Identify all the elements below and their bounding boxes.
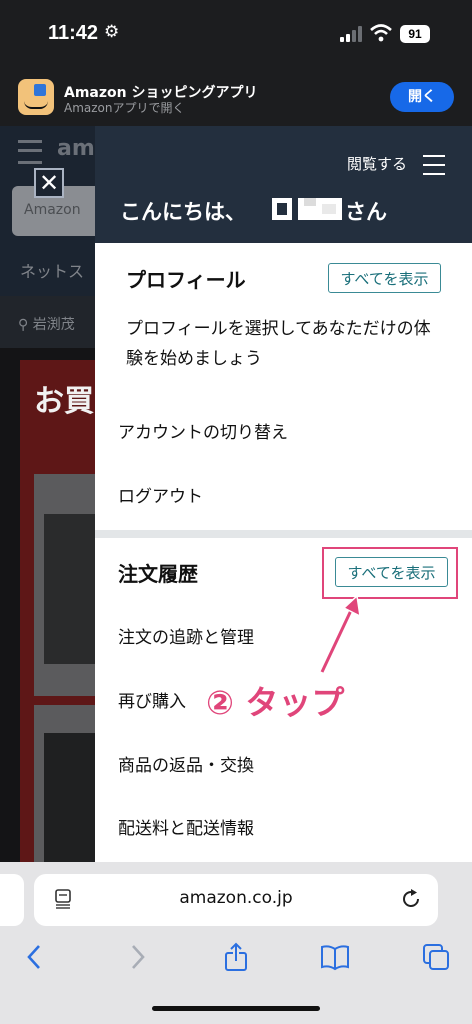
background-nav-fragment: ネットス	[20, 262, 85, 281]
menu-item-track-orders[interactable]: 注文の追跡と管理	[118, 623, 254, 648]
previous-tab-pill[interactable]	[0, 874, 24, 926]
menu-item-buy-again[interactable]: 再び購入	[118, 687, 186, 712]
share-icon[interactable]	[221, 942, 251, 972]
orders-section-title: 注文履歴	[118, 562, 198, 586]
tabs-icon[interactable]	[421, 942, 451, 972]
profile-section-title: プロフィール	[126, 268, 246, 292]
browse-menu-label[interactable]: 閲覧する	[347, 153, 407, 174]
url-text[interactable]: amazon.co.jp	[34, 888, 438, 908]
hamburger-menu-icon[interactable]	[423, 155, 445, 175]
forward-icon[interactable]	[122, 942, 152, 972]
amazon-app-icon	[18, 79, 54, 115]
background-search-placeholder: Amazon	[24, 202, 81, 218]
background-logo-fragment: am	[57, 136, 95, 161]
product-image	[44, 733, 95, 866]
location-pin-icon: ⚲ 岩渕茂	[18, 317, 75, 333]
back-icon[interactable]	[20, 942, 50, 972]
section-divider	[95, 530, 472, 538]
open-app-button[interactable]: 開く	[390, 82, 454, 112]
menu-item-logout[interactable]: ログアウト	[118, 482, 203, 507]
greeting-suffix: さん	[345, 200, 387, 224]
settings-gear-icon: ⚙	[104, 22, 120, 42]
banner-app-subtitle: Amazonアプリで開く	[64, 101, 185, 115]
redacted-name-block	[298, 198, 342, 220]
menu-item-returns[interactable]: 商品の返品・交換	[118, 751, 254, 776]
home-indicator	[152, 1006, 320, 1011]
background-location-text: 岩渕茂	[32, 317, 75, 333]
annotation-arrow-icon	[319, 594, 361, 674]
product-image	[44, 514, 95, 664]
status-time: 11:42	[48, 22, 99, 44]
wifi-icon	[370, 24, 392, 42]
reload-icon[interactable]	[400, 888, 422, 910]
menu-item-switch-account[interactable]: アカウントの切り替え	[118, 418, 288, 443]
battery-icon: 91	[400, 25, 430, 43]
bookmarks-icon[interactable]	[320, 942, 350, 972]
redacted-name-block	[272, 198, 292, 220]
profile-description: プロフィールを選択してあなただけの体験を始めましょう	[126, 319, 431, 369]
greeting-text: こんにちは、	[120, 200, 246, 224]
background-product-card	[34, 705, 95, 866]
background-hamburger-icon	[18, 140, 42, 164]
tap-annotation-label: ② タップ	[206, 683, 345, 722]
background-product-card	[34, 474, 95, 696]
profile-see-all-button[interactable]: すべてを表示	[328, 263, 441, 293]
background-promo-title: お買	[34, 384, 94, 419]
close-drawer-button[interactable]: ✕	[34, 168, 64, 198]
close-icon: ✕	[39, 169, 60, 197]
cellular-signal-icon	[340, 26, 362, 42]
menu-item-shipping-info[interactable]: 配送料と配送情報	[118, 814, 254, 839]
